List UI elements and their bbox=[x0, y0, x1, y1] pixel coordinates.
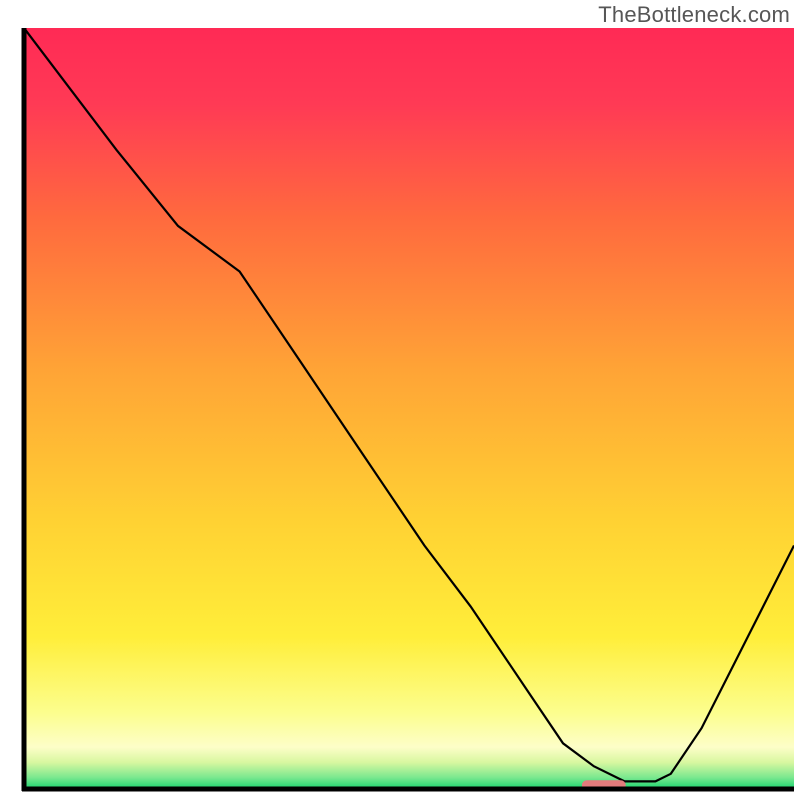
attribution-label: TheBottleneck.com bbox=[598, 2, 790, 28]
chart-container: TheBottleneck.com bbox=[0, 0, 800, 800]
plot-background bbox=[24, 28, 794, 789]
chart-svg bbox=[0, 0, 800, 800]
